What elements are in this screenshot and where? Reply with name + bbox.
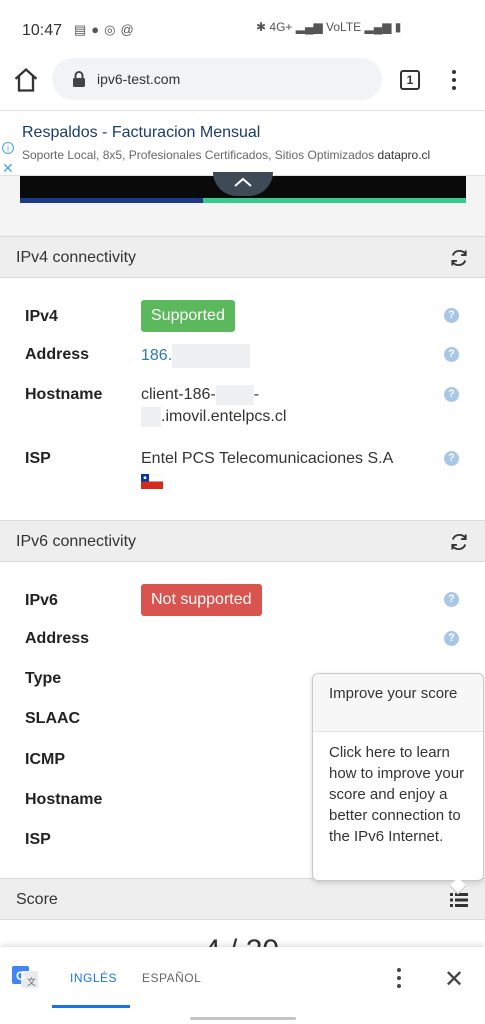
ipv6-isp-label: ISP (25, 831, 51, 848)
browser-toolbar: ipv6-test.com 1 (0, 58, 485, 108)
help-icon[interactable]: ? (444, 631, 459, 646)
status-time: 10:47 (22, 22, 63, 39)
messages-icon: ▤ (74, 22, 92, 37)
ad-title[interactable]: Respaldos - Facturacion Mensual (22, 124, 260, 142)
not-supported-badge: Not supported (141, 584, 262, 616)
status-bar: 10:47 ▤●◎@ ✱ 4G+ ▂▄▆ VoLTE ▂▄▆ ▮ (0, 0, 485, 58)
ipv4-label: IPv4 (25, 308, 58, 325)
svg-text:文: 文 (27, 976, 36, 987)
popover-title: Improve your score (313, 674, 483, 732)
ad-info-icon[interactable]: i (2, 142, 14, 154)
redacted-block (215, 384, 254, 405)
help-icon[interactable]: ? (444, 308, 459, 323)
messenger-icon: ◎ (104, 22, 121, 37)
ad-close-icon[interactable]: ✕ (2, 160, 14, 177)
address-label: Address (25, 346, 90, 363)
ad-banner[interactable]: Respaldos - Facturacion Mensual Soporte … (0, 110, 485, 176)
help-icon[interactable]: ? (444, 451, 459, 466)
hostname-label: Hostname (25, 386, 103, 403)
isp-label: ISP (25, 450, 51, 467)
language-tab-espanol[interactable]: ESPAÑOL (142, 971, 201, 985)
score-section-title: Score (16, 891, 58, 908)
redacted-block (141, 406, 161, 427)
facebook-icon: ● (91, 22, 105, 37)
home-icon[interactable] (12, 66, 40, 94)
tab-switcher-button[interactable]: 1 (400, 70, 420, 90)
type-label: Type (25, 670, 62, 687)
ipv4-status: Supported (141, 300, 235, 332)
system-status-icons: ✱ 4G+ ▂▄▆ VoLTE ▂▄▆ ▮ (256, 20, 402, 34)
supported-badge: Supported (141, 300, 235, 332)
hero-banner (0, 172, 485, 236)
chile-flag-icon (140, 473, 164, 489)
active-tab-indicator (52, 1005, 130, 1008)
translate-close-icon[interactable]: ✕ (444, 965, 464, 994)
browser-menu-icon[interactable] (446, 68, 462, 92)
ad-subtitle: Soporte Local, 8x5, Profesionales Certif… (22, 148, 431, 162)
ad-domain: datapro.cl (377, 148, 431, 162)
at-icon: @ (120, 22, 139, 37)
ipv6-section-title: IPv6 connectivity (16, 533, 137, 550)
ipv6-status: Not supported (141, 584, 262, 616)
translate-bar: G 文 INGLÉS ESPAÑOL ✕ (0, 947, 485, 1024)
gesture-nav-handle (190, 1017, 296, 1020)
help-icon[interactable]: ? (444, 592, 459, 607)
ipv4-section-title: IPv4 connectivity (16, 249, 137, 266)
help-icon[interactable]: ? (444, 347, 459, 362)
translate-menu-icon[interactable] (393, 967, 405, 989)
icmp-label: ICMP (25, 751, 65, 768)
refresh-icon[interactable] (449, 532, 469, 552)
redacted-block (172, 344, 251, 368)
hero-stripe (20, 198, 466, 203)
improve-score-popover[interactable]: Improve your score Click here to learn h… (312, 673, 484, 895)
ipv6-hostname-label: Hostname (25, 791, 103, 808)
score-section-header: Score (0, 878, 485, 920)
url-text: ipv6-test.com (97, 71, 181, 87)
chevron-up-icon (234, 177, 252, 187)
google-translate-icon[interactable]: G 文 (12, 966, 38, 988)
refresh-icon[interactable] (449, 248, 469, 268)
hostname-value: client-186- - .imovil.entelpcs.cl (141, 384, 287, 427)
popover-body[interactable]: Click here to learn how to improve your … (329, 742, 479, 847)
address-bar[interactable]: ipv6-test.com (52, 58, 382, 100)
ipv4-section-header: IPv4 connectivity (0, 236, 485, 278)
ipv4-panel: IPv4 Supported ? Address 186. ? Hostname… (0, 278, 485, 520)
svg-text:G: G (16, 969, 25, 983)
slaac-label: SLAAC (25, 710, 81, 727)
isp-value: Entel PCS Telecomunicaciones S.A (140, 448, 393, 496)
ipv6-label: IPv6 (25, 592, 58, 609)
notification-icons: ▤●◎@ (74, 22, 139, 38)
help-icon[interactable]: ? (444, 387, 459, 402)
ipv6-section-header: IPv6 connectivity (0, 520, 485, 562)
address-value[interactable]: 186. (141, 344, 251, 368)
language-tab-ingles[interactable]: INGLÉS (70, 971, 117, 985)
lock-icon (73, 71, 85, 87)
ipv6-address-label: Address (25, 630, 90, 647)
